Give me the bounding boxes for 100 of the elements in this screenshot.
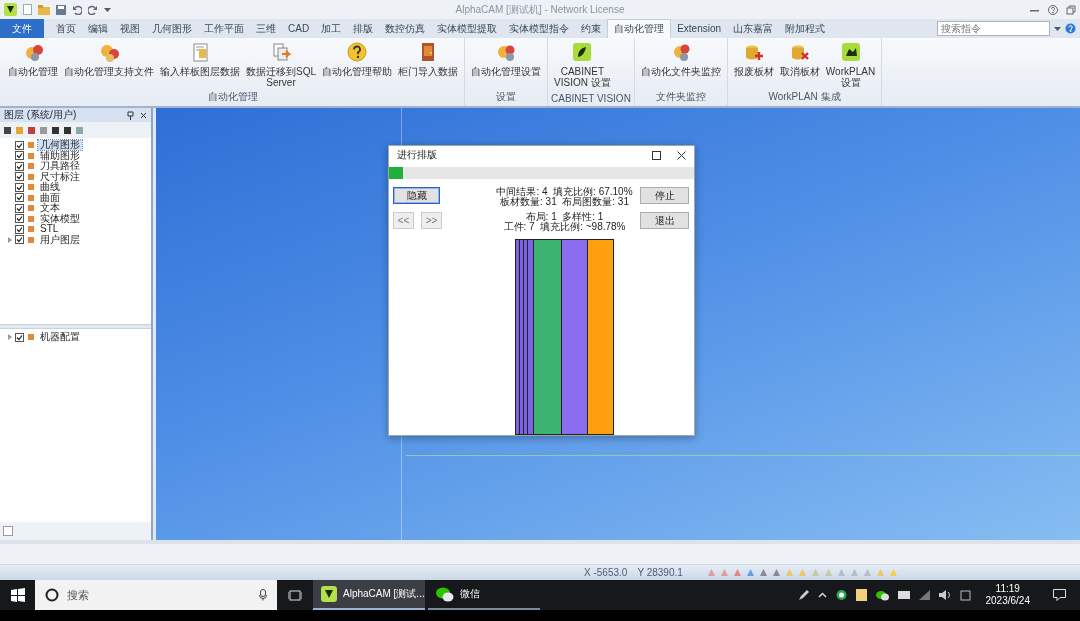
checkbox[interactable] (15, 332, 24, 342)
tree-item[interactable]: 文本 (38, 203, 62, 214)
chat-bubbles-icon[interactable] (875, 589, 889, 601)
panel-toggle-icon[interactable] (3, 526, 13, 536)
tree-item[interactable]: 曲面 (38, 192, 62, 203)
save-icon[interactable] (56, 4, 66, 15)
cortana-icon[interactable] (45, 588, 59, 602)
y-coordinate: Y 28390.1 (637, 567, 683, 578)
dropdown-icon[interactable] (104, 6, 111, 13)
stats-text: 布局: 1 多样性: 1 工件: 7 填充比例: ~98.78% (503, 212, 626, 231)
checkbox[interactable] (15, 140, 24, 150)
tree-item[interactable]: 几何图形 (38, 140, 82, 151)
volume-icon[interactable] (938, 590, 951, 600)
ribbon-tab[interactable]: 约束 (575, 19, 608, 38)
dialog-title: 进行排版 (397, 148, 438, 163)
ribbon-button[interactable]: CABINET VISION 设置 (551, 38, 614, 88)
pin-icon[interactable] (127, 110, 134, 120)
ribbon-tab[interactable]: 排版 (347, 19, 380, 38)
keyboard-icon[interactable] (897, 591, 910, 599)
ribbon-group-label: 文件夹监控 (654, 90, 707, 104)
dialog-button[interactable]: 退出 (640, 212, 689, 229)
expand-arrow-icon[interactable] (8, 334, 12, 341)
close-icon[interactable] (140, 111, 147, 119)
ribbon-tab[interactable]: 加工 (315, 19, 348, 38)
ribbon-tab[interactable]: 自动化管理 (607, 19, 672, 38)
ribbon-tab[interactable]: 山东嘉富 (727, 19, 780, 38)
tree-item[interactable]: 曲线 (38, 182, 62, 193)
tree-item[interactable]: 刀具路径 (38, 161, 82, 172)
ribbon-group-label: WorkPLAN 集成 (767, 90, 842, 104)
ribbon-tab[interactable]: 首页 (50, 19, 82, 38)
nav-button[interactable]: >> (421, 212, 442, 229)
close-icon[interactable] (677, 150, 686, 160)
network-icon[interactable] (918, 590, 930, 600)
x-coordinate: X -5653.0 (584, 567, 628, 578)
windows-start-icon[interactable] (10, 588, 25, 602)
redo-icon[interactable] (88, 4, 98, 15)
ribbon-tab[interactable]: 几何图形 (146, 19, 198, 38)
ribbon-tab[interactable]: Extension (671, 19, 728, 38)
ribbon-button[interactable]: 自动化管理帮助 (319, 38, 395, 77)
chevron-up-icon[interactable] (817, 592, 827, 598)
pen-icon[interactable] (796, 589, 809, 601)
note-icon[interactable] (855, 589, 867, 601)
task-view-icon[interactable] (288, 589, 302, 601)
expand-arrow-icon[interactable] (8, 236, 12, 243)
ribbon-tab[interactable]: 三维 (250, 19, 282, 38)
window-title: AlphaCAM [测试机] - Network License (455, 2, 625, 17)
checkbox[interactable] (15, 214, 24, 224)
help-icon[interactable] (1048, 4, 1058, 15)
app-logo-icon[interactable] (4, 3, 17, 16)
taskbar-app-button[interactable]: AlphaCAM [测试... (313, 580, 425, 610)
file-menu-tab[interactable]: 文件 (0, 19, 44, 38)
ribbon-button[interactable]: 取消板材 (776, 38, 823, 77)
checkbox[interactable] (15, 182, 24, 192)
checkbox[interactable] (15, 161, 24, 171)
checkbox[interactable] (15, 235, 24, 245)
checkbox[interactable] (15, 203, 24, 213)
tree-item[interactable]: 用户图层 (38, 234, 82, 245)
checkbox[interactable] (15, 172, 24, 182)
ribbon-tab[interactable]: 工作平面 (198, 19, 250, 38)
tree-item[interactable]: 机器配置 (38, 332, 82, 343)
notification-icon[interactable] (1053, 589, 1066, 601)
checkbox[interactable] (15, 151, 24, 161)
tree-item[interactable]: 辅助图形 (38, 150, 82, 161)
ribbon-button[interactable]: 自动化文件夹监控 (637, 38, 724, 77)
stats-text: 中间结果: 4 填充比例: 67.10% 板材数量: 31 布局图数量: 31 (496, 187, 633, 206)
ribbon-button[interactable]: 输入样板图层数据 (157, 38, 243, 77)
tree-item[interactable]: 实体模型 (38, 213, 82, 224)
dropdown-icon[interactable] (1054, 25, 1061, 32)
ribbon-group-label: CABINET VISION (551, 93, 631, 106)
help-icon (347, 42, 367, 62)
tree-item[interactable]: STL (38, 224, 61, 235)
restore-icon[interactable] (1066, 4, 1076, 15)
ribbon-button[interactable]: 自动化管理 (5, 38, 61, 77)
help-icon[interactable] (1065, 23, 1076, 34)
command-search-field[interactable]: 搜索指令 (937, 21, 1050, 36)
hide-button[interactable]: 隐藏 (393, 187, 440, 204)
ribbon-tab[interactable]: 实体模型指令 (503, 19, 576, 38)
ribbon-button[interactable]: 自动化管理支持文件 (61, 38, 157, 77)
ribbon-button[interactable]: 自动化管理设置 (468, 38, 544, 77)
microphone-icon[interactable] (259, 589, 267, 601)
document-icon (190, 42, 210, 62)
undo-icon[interactable] (72, 4, 82, 15)
ribbon-button[interactable]: 数据迁移到SQL Server (243, 38, 319, 88)
dialog-button[interactable]: 停止 (640, 187, 689, 204)
tree-item[interactable]: 尺寸标注 (38, 171, 82, 182)
checkbox[interactable] (15, 224, 24, 234)
taskbar-search-field[interactable]: 搜索 (35, 580, 277, 610)
ribbon-button[interactable]: 报废板材 (730, 38, 777, 77)
nav-button[interactable]: << (393, 212, 414, 229)
checkbox[interactable] (15, 193, 24, 203)
ribbon-tab[interactable]: 编辑 (82, 19, 114, 38)
maximize-icon[interactable] (652, 150, 661, 160)
ribbon-tab[interactable]: 数控仿真 (379, 19, 432, 38)
ribbon-tab[interactable]: 视图 (114, 19, 146, 38)
ribbon-button[interactable]: WorkPLAN 设置 (822, 38, 879, 88)
ribbon-tab[interactable]: CAD (282, 19, 316, 38)
ribbon-tab[interactable]: 附加程式 (779, 19, 832, 38)
ribbon-button[interactable]: 柜门导入数据 (395, 38, 461, 77)
ribbon-tab[interactable]: 实体模型提取 (431, 19, 504, 38)
app-logo-icon (321, 586, 337, 602)
